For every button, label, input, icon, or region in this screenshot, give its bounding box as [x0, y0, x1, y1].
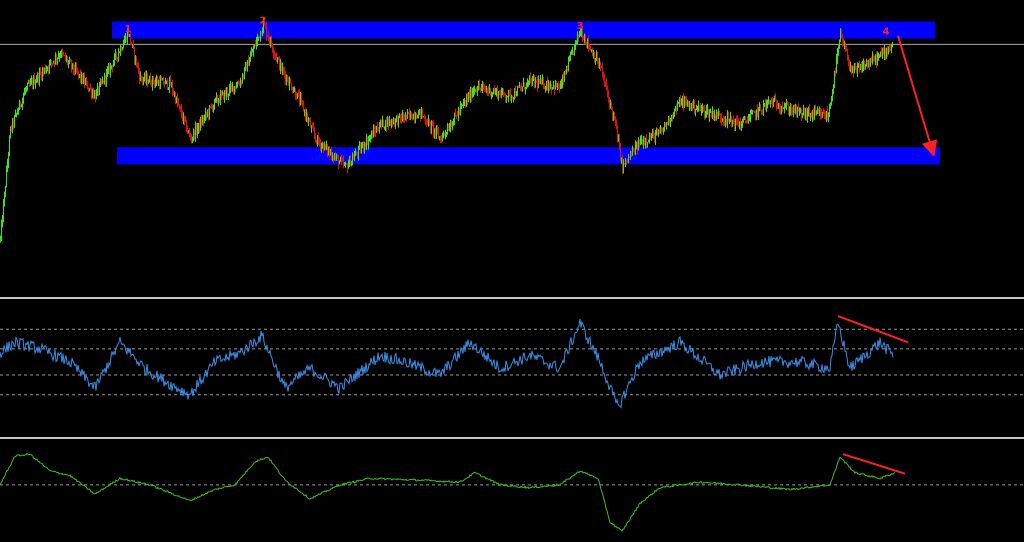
chart-window: 1 2 3 4 [0, 0, 1024, 538]
peak-label-2: 2 [260, 15, 267, 26]
peak-label-1: 1 [125, 24, 132, 35]
peak-label-4: 4 [883, 27, 890, 38]
trading-chart: 1 2 3 4 [0, 0, 1024, 538]
peak-label-3: 3 [577, 21, 584, 32]
support-zone [117, 147, 940, 165]
resistance-zone [112, 21, 935, 39]
